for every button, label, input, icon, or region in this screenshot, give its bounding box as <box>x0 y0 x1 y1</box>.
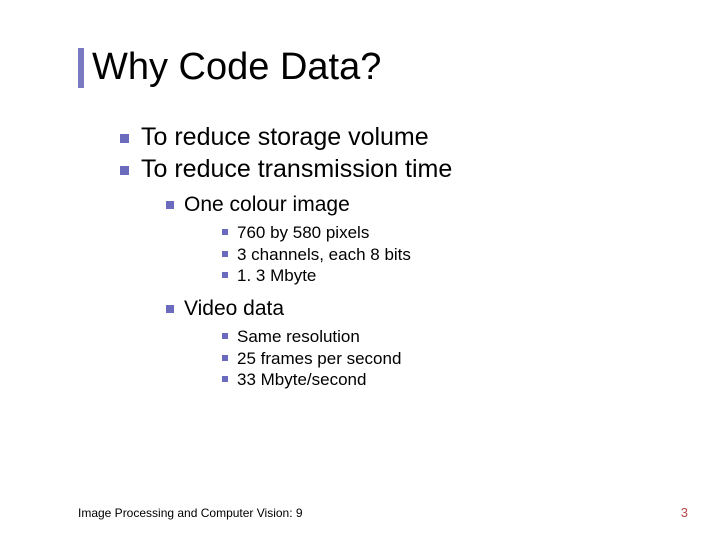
list-item: 33 Mbyte/second <box>222 369 680 390</box>
title-block: Why Code Data? <box>78 48 381 88</box>
square-bullet-icon <box>166 305 174 313</box>
bullet-text: Video data <box>184 296 284 322</box>
bullet-text: 33 Mbyte/second <box>237 369 366 390</box>
bullet-text: 25 frames per second <box>237 348 401 369</box>
footer-text: Image Processing and Computer Vision: 9 <box>78 506 303 520</box>
bullet-text: 1. 3 Mbyte <box>237 265 316 286</box>
page-number: 3 <box>681 505 688 520</box>
list-item-row: Video data <box>166 296 680 322</box>
bullet-text: To reduce storage volume <box>141 122 429 152</box>
list-item: To reduce transmission time <box>120 154 680 184</box>
square-bullet-icon <box>222 229 228 235</box>
square-bullet-icon <box>166 201 174 209</box>
square-bullet-icon <box>222 355 228 361</box>
accent-bar <box>78 48 84 88</box>
square-bullet-icon <box>222 272 228 278</box>
bullet-text: One colour image <box>184 192 350 218</box>
list-item: 25 frames per second <box>222 348 680 369</box>
list-item: To reduce storage volume <box>120 122 680 152</box>
square-bullet-icon <box>120 166 129 175</box>
slide: Why Code Data? To reduce storage volume … <box>0 0 720 540</box>
square-bullet-icon <box>120 134 129 143</box>
bullet-text: 3 channels, each 8 bits <box>237 244 411 265</box>
square-bullet-icon <box>222 376 228 382</box>
square-bullet-icon <box>222 251 228 257</box>
list-level-2: One colour image 760 by 580 pixels 3 cha… <box>120 192 680 390</box>
list-level-3: 760 by 580 pixels 3 channels, each 8 bit… <box>166 222 680 286</box>
slide-body: To reduce storage volume To reduce trans… <box>120 122 680 396</box>
list-item: 760 by 580 pixels <box>222 222 680 243</box>
list-item: Video data Same resolution 25 frames per… <box>166 296 680 390</box>
list-item: Same resolution <box>222 326 680 347</box>
bullet-text: To reduce transmission time <box>141 154 452 184</box>
list-item: 3 channels, each 8 bits <box>222 244 680 265</box>
bullet-text: 760 by 580 pixels <box>237 222 369 243</box>
list-item: 1. 3 Mbyte <box>222 265 680 286</box>
slide-title: Why Code Data? <box>92 48 381 88</box>
square-bullet-icon <box>222 333 228 339</box>
list-item-row: One colour image <box>166 192 680 218</box>
list-level-3: Same resolution 25 frames per second 33 … <box>166 326 680 390</box>
list-level-1: To reduce storage volume To reduce trans… <box>120 122 680 184</box>
bullet-text: Same resolution <box>237 326 360 347</box>
list-item: One colour image 760 by 580 pixels 3 cha… <box>166 192 680 286</box>
